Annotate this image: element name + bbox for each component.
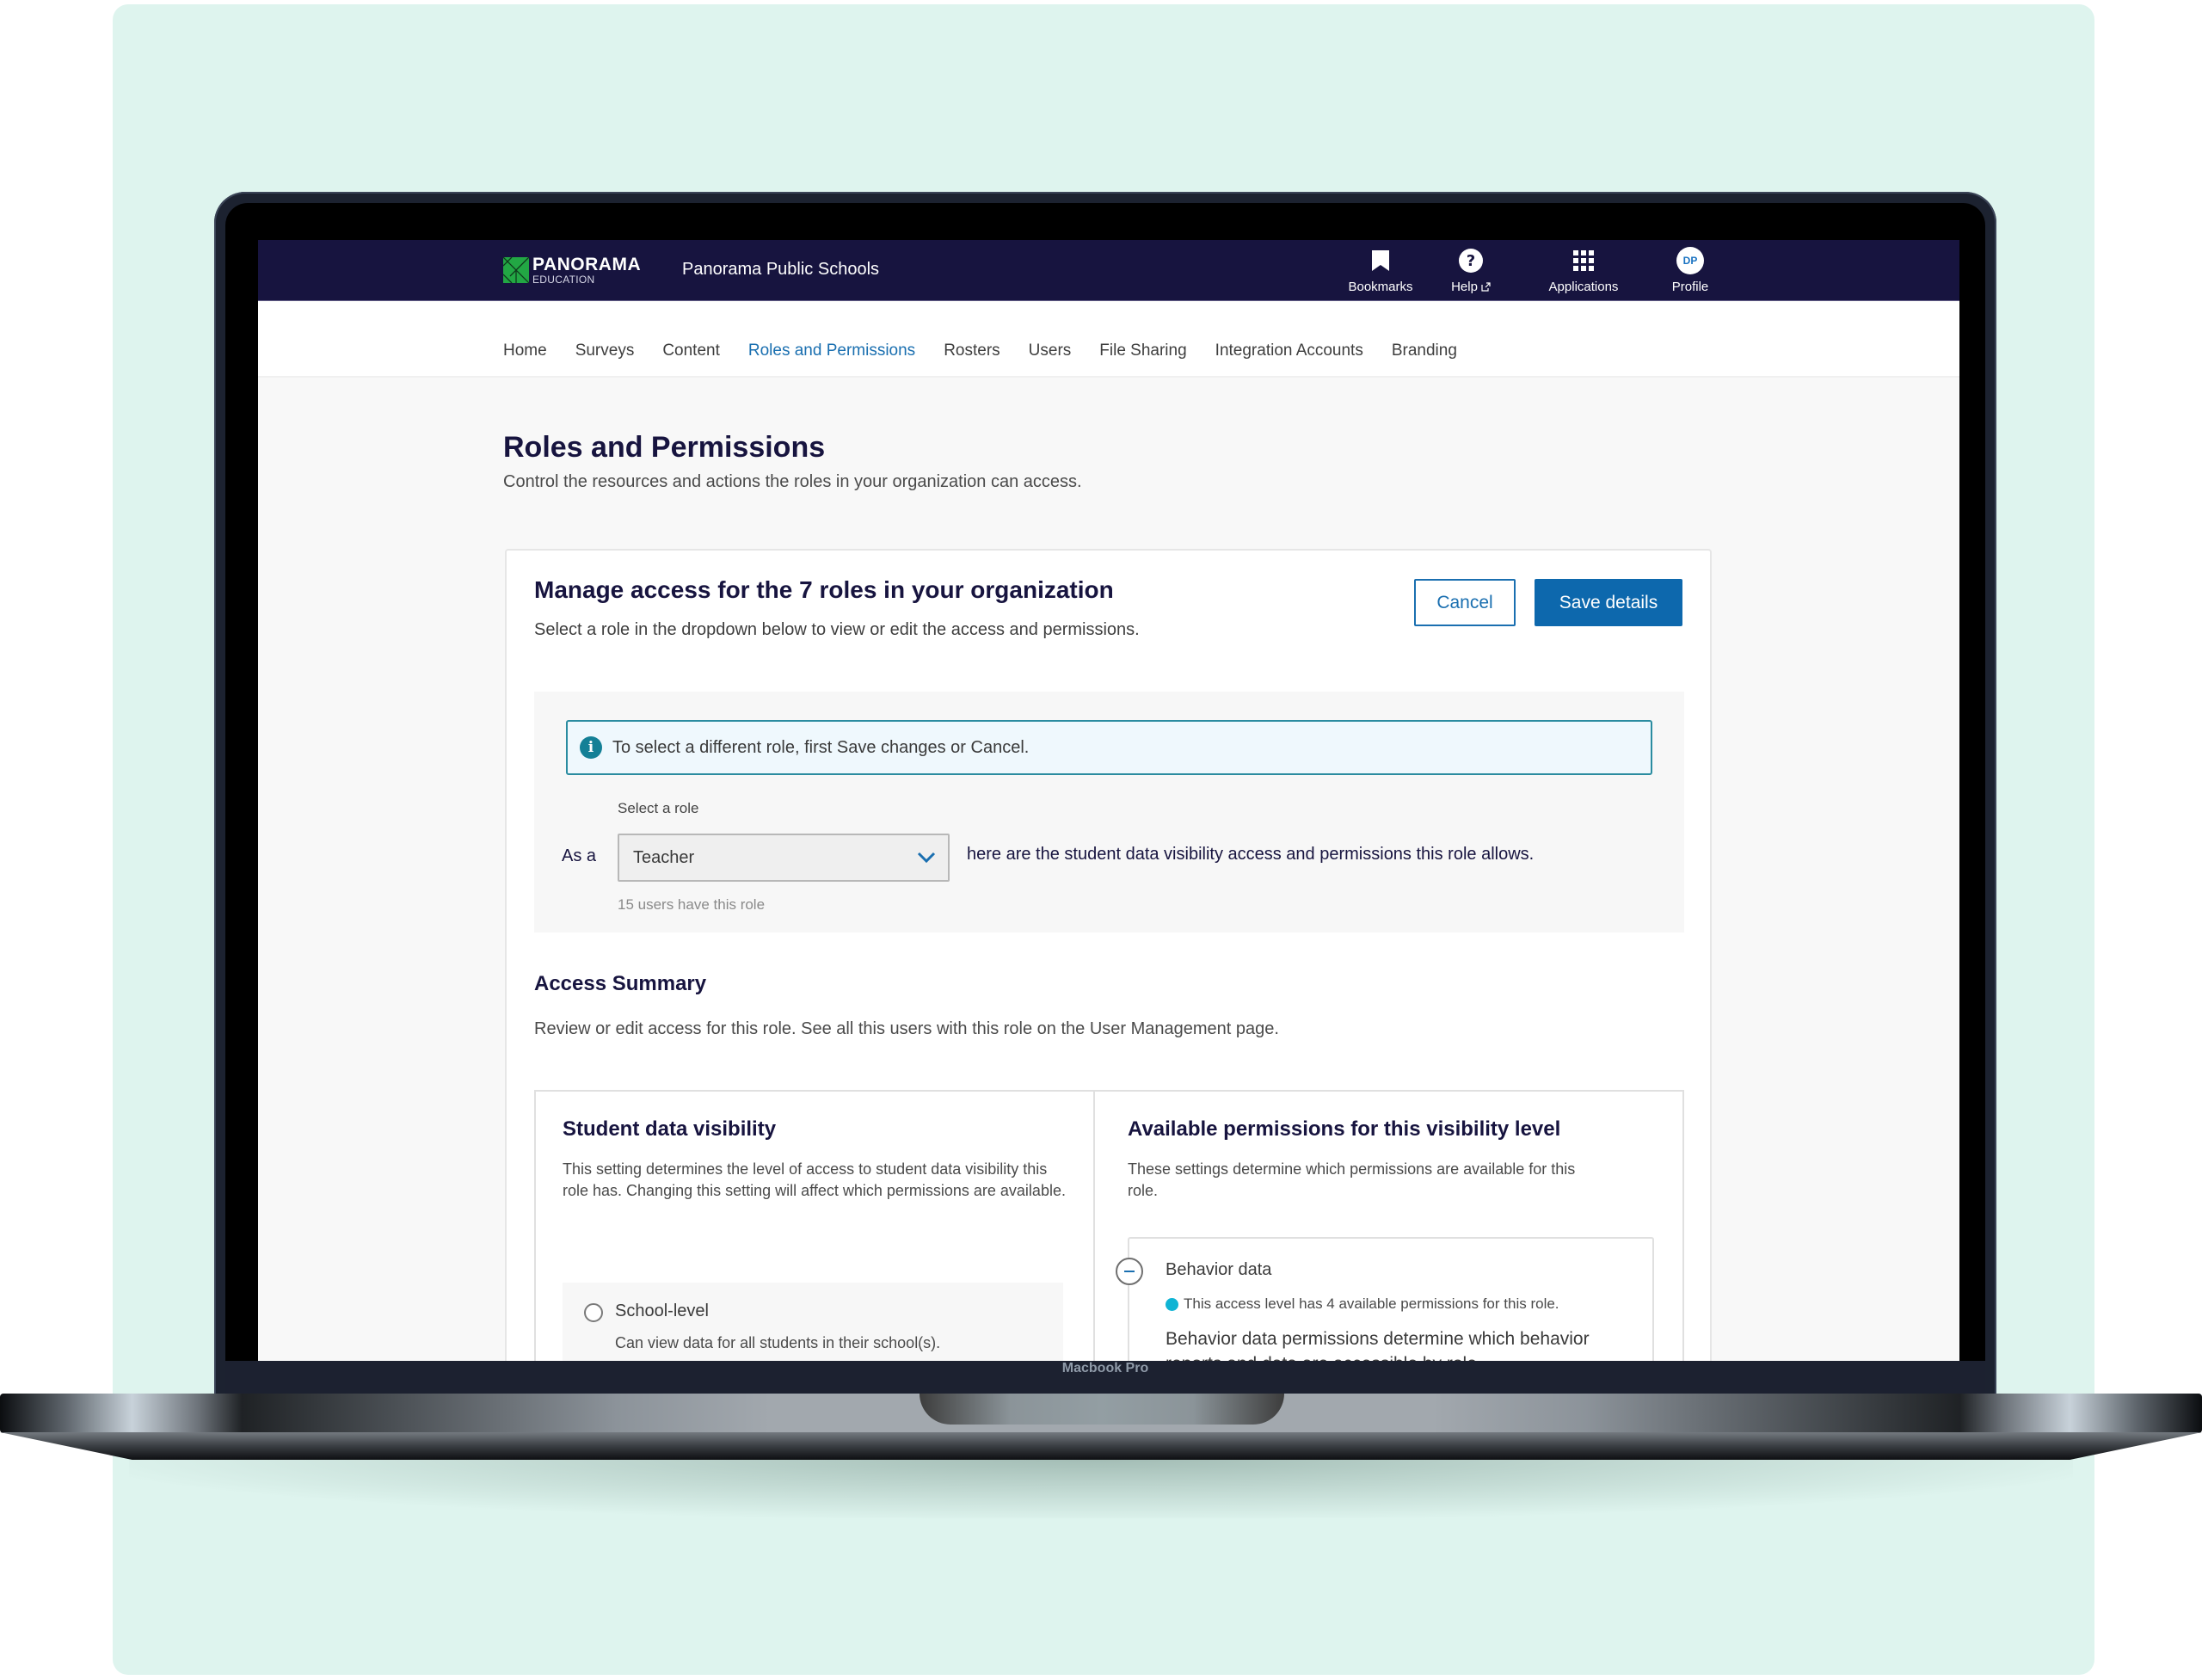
visibility-description: This setting determines the level of acc… [563,1160,1066,1199]
page-title: Roles and Permissions [503,431,826,464]
card-subtitle: Select a role in the dropdown below to v… [534,620,1140,639]
tab-roles-and-permissions[interactable]: Roles and Permissions [748,342,915,360]
role-select-value: Teacher [633,847,695,867]
manage-access-card: Manage access for the 7 roles in your or… [505,549,1712,1361]
permissions-title: Available permissions for this visibilit… [1128,1117,1561,1141]
tab-branding[interactable]: Branding [1392,342,1457,360]
organization-name: Panorama Public Schools [682,260,880,279]
bookmark-icon [1372,250,1389,271]
logo-name: PANORAMA [532,255,642,274]
card-title: Manage access for the 7 roles in your or… [534,576,1114,603]
select-role-label: Select a role [618,800,699,816]
permission-group-behavior-data: Behavior data This access level has 4 av… [1116,1237,1654,1361]
available-permissions-panel: Available permissions for this visibilit… [1095,1092,1682,1361]
profile-label: Profile [1671,280,1709,294]
role-suffix: here are the student data visibility acc… [967,845,1535,864]
collapse-icon[interactable] [1116,1258,1143,1285]
role-select[interactable]: Teacher [618,834,950,882]
option-label: School-level [615,1302,709,1320]
laptop-shadow [129,1458,2073,1518]
chevron-down-icon [917,852,936,864]
help-label: Help [1451,280,1478,294]
external-link-icon [1481,282,1491,292]
visibility-title: Student data visibility [563,1117,777,1141]
role-user-count: 15 users have this role [618,896,766,913]
svg-text:?: ? [1467,252,1475,270]
avatar: DP [1676,247,1704,274]
top-nav-bar: PANORAMA EDUCATION Panorama Public Schoo… [258,240,1959,301]
access-summary-title: Access Summary [534,972,707,995]
permissions-description: These settings determine which permissio… [1128,1160,1576,1199]
tab-content[interactable]: Content [662,342,720,360]
logo-mark-icon [503,257,529,283]
tab-rosters[interactable]: Rosters [944,342,1000,360]
grid-icon [1573,250,1594,271]
tab-surveys[interactable]: Surveys [575,342,635,360]
info-icon: i [580,736,602,759]
tab-file-sharing[interactable]: File Sharing [1099,342,1186,360]
permission-count-text: This access level has 4 available permis… [1184,1295,1559,1312]
save-details-button[interactable]: Save details [1535,579,1682,626]
page-subtitle: Control the resources and actions the ro… [503,472,1082,491]
access-summary-subtitle: Review or edit access for this role. See… [534,1019,1279,1038]
logo-sub: EDUCATION [532,274,595,286]
tab-users[interactable]: Users [1029,342,1072,360]
applications-label: Applications [1548,280,1619,294]
access-columns: Student data visibility This setting det… [534,1090,1684,1361]
student-data-visibility-panel: Student data visibility This setting det… [536,1092,1095,1361]
help-button[interactable]: ? Help [1428,247,1514,294]
school-level-radio[interactable] [584,1303,603,1322]
role-prefix: As a [562,846,597,865]
laptop-notch [920,1394,1284,1425]
visibility-option-school-level[interactable]: School-level Can view data for all stude… [563,1283,1063,1361]
main-tabs: Home Surveys Content Roles and Permissio… [258,302,1959,378]
permission-group-description: Behavior data permissions determine whic… [1166,1329,1590,1361]
status-dot-icon [1166,1297,1178,1311]
alert-text: To select a different role, first Save c… [612,737,1030,757]
option-description: Can view data for all students in their … [615,1334,941,1351]
panorama-logo[interactable]: PANORAMA EDUCATION [503,255,641,285]
tab-integration-accounts[interactable]: Integration Accounts [1215,342,1363,360]
cancel-button[interactable]: Cancel [1414,579,1516,626]
permission-count-badge: This access level has 4 available permis… [1166,1295,1559,1313]
role-select-panel: i To select a different role, first Save… [534,692,1684,932]
device-label: Macbook Pro [1061,1361,1149,1375]
laptop-base-edge [0,1432,2202,1460]
help-icon: ? [1459,249,1483,273]
app-screen: PANORAMA EDUCATION Panorama Public Schoo… [258,240,1959,1361]
bookmarks-label: Bookmarks [1348,280,1413,294]
laptop-chin: Macbook Pro [225,1361,1985,1396]
bookmarks-button[interactable]: Bookmarks [1333,247,1428,294]
info-alert: i To select a different role, first Save… [566,720,1652,775]
profile-button[interactable]: DP Profile [1652,247,1729,294]
permission-group-title: Behavior data [1166,1260,1272,1279]
tab-home[interactable]: Home [503,342,547,360]
applications-button[interactable]: Applications [1528,247,1639,294]
header-actions: Bookmarks ? Help Applications DP Profile [1333,247,1729,294]
